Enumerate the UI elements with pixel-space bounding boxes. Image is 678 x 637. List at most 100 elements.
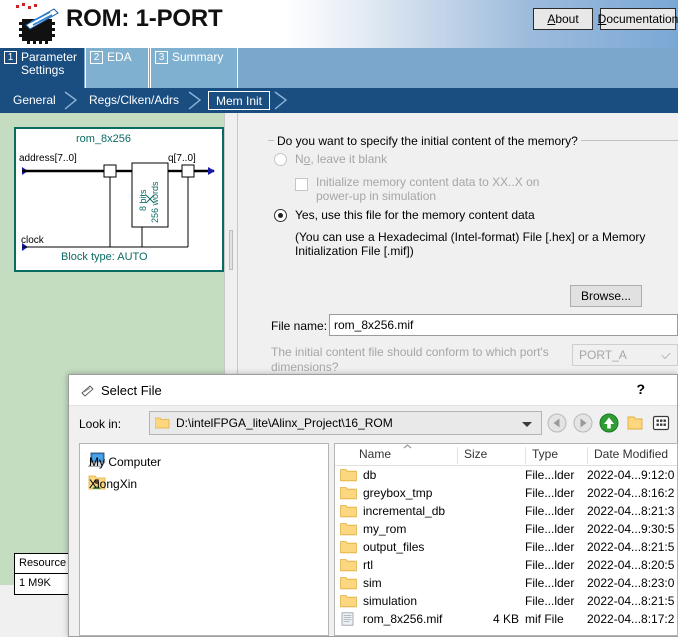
file-list[interactable]: Name Size Type Date Modified db File...ld… (334, 443, 678, 636)
file-list-row[interactable]: output_files File...lder 2022-04...8:21:5 (335, 538, 677, 556)
chevron-separator-icon-3 (274, 91, 288, 110)
file-list-row[interactable]: sim File...lder 2022-04...8:23:0 (335, 574, 677, 592)
place-item-xiongxin[interactable]: XiongXin (89, 477, 137, 491)
column-header-type[interactable]: Type (525, 447, 587, 464)
port-conform-line2: dimensions? (271, 360, 339, 374)
diagram-graphics: 8 bits 256 words (22, 162, 215, 251)
file-name-cell: rtl (363, 558, 373, 572)
about-button[interactable]: About (533, 8, 593, 30)
sub-tab-bar: General Regs/Clken/Adrs Mem Init (0, 88, 678, 113)
checkbox-initialize-xx[interactable] (295, 178, 308, 191)
file-type-cell: File...lder (525, 504, 575, 518)
file-name-cell: output_files (363, 540, 425, 554)
folder-icon (340, 541, 357, 554)
file-name-cell: greybox_tmp (363, 486, 433, 500)
column-header-size[interactable]: Size (457, 447, 525, 464)
dialog-titlebar: Select File ? (69, 375, 677, 406)
folder-icon (340, 469, 357, 482)
file-date-cell: 2022-04...8:21:5 (587, 594, 675, 608)
step-tab-strip: 1 Parameter Settings 2 EDA 3 Summary (0, 48, 678, 88)
tab-parameter-settings[interactable]: 1 Parameter Settings (0, 48, 85, 88)
file-size-cell: 4 KB (492, 612, 519, 626)
up-icon[interactable] (599, 413, 619, 433)
folder-icon (155, 417, 170, 429)
column-header-name[interactable]: Name (335, 447, 457, 464)
folder-icon (340, 487, 357, 500)
file-list-row[interactable]: incremental_db File...lder 2022-04...8:21:… (335, 502, 677, 520)
tab-label-parameter-settings: Parameter Settings (21, 50, 78, 77)
browse-button[interactable]: Browse... (570, 285, 642, 307)
column-header-date-modified[interactable]: Date Modified (587, 447, 677, 464)
file-type-cell: File...lder (525, 594, 575, 608)
rom-block-diagram: rom_8x256 address[7..0] q[7..0] clock Bl… (14, 127, 224, 272)
port-dimension-select[interactable]: PORT_A (572, 344, 678, 366)
folder-icon (340, 505, 357, 518)
file-list-row[interactable]: db File...lder 2022-04...9:12:0 (335, 466, 677, 484)
back-icon[interactable] (547, 413, 567, 433)
place-item-my-computer[interactable]: My Computer (89, 455, 161, 469)
view-mode-icon[interactable] (651, 413, 671, 433)
file-date-cell: 2022-04...8:20:5 (587, 558, 675, 572)
chevron-separator-icon (64, 91, 78, 110)
svg-text:8 bits: 8 bits (138, 189, 148, 211)
radio-yes-use-file[interactable] (274, 209, 287, 222)
file-name-input[interactable] (329, 314, 678, 336)
file-list-row[interactable]: my_rom File...lder 2022-04...9:30:5 (335, 520, 677, 538)
documentation-button[interactable]: Documentation (598, 8, 678, 30)
file-list-row[interactable]: simulation File...lder 2022-04...8:21:5 (335, 592, 677, 610)
mif-file-icon (341, 612, 354, 626)
select-file-dialog: Select File ? Look in: D:\intelFPGA_lite… (68, 374, 678, 637)
file-type-cell: mif File (525, 612, 564, 626)
radio-yes-use-file-label: Yes, use this file for the memory conten… (295, 208, 535, 222)
folder-icon (340, 559, 357, 572)
about-label: bout (555, 12, 579, 26)
radio-no-leave-blank-label: No, leave it blank (295, 152, 388, 166)
tab-eda[interactable]: 2 EDA (85, 48, 149, 88)
sub-tab-general[interactable]: General (6, 91, 63, 110)
file-name-cell: db (363, 468, 377, 482)
options-group-title: Do you want to specify the initial conte… (274, 134, 581, 148)
file-date-cell: 2022-04...8:21:5 (587, 540, 675, 554)
file-name-cell: simulation (363, 594, 418, 608)
hex-mif-hint-line1: (You can use a Hexadecimal (Intel-format… (295, 230, 646, 244)
sub-tab-regs-clken-adrs[interactable]: Regs/Clken/Adrs (82, 91, 186, 110)
tab-label-eda: EDA (107, 50, 132, 64)
port-dimension-value: PORT_A (579, 348, 627, 362)
checkbox-initialize-xx-label-line1: Initialize memory content data to XX..X … (316, 175, 540, 189)
splitter-grip[interactable] (229, 230, 233, 270)
new-folder-icon[interactable] (625, 413, 645, 433)
file-name-cell: incremental_db (363, 504, 446, 518)
file-list-row[interactable]: rtl File...lder 2022-04...8:20:5 (335, 556, 677, 574)
file-list-row[interactable]: greybox_tmp File...lder 2022-04...8:16:2 (335, 484, 677, 502)
look-in-combobox[interactable]: D:\intelFPGA_lite\Alinx_Project\16_ROM (149, 411, 542, 435)
chevron-down-icon (661, 349, 671, 360)
dialog-app-icon (81, 385, 94, 397)
app-header: ROM: 1-PORT About Documentation (0, 0, 678, 48)
file-date-cell: 2022-04...9:12:0 (587, 468, 675, 482)
svg-text:256 words: 256 words (150, 181, 160, 223)
sub-tab-mem-init[interactable]: Mem Init (208, 91, 271, 110)
file-date-cell: 2022-04...8:21:3 (587, 504, 675, 518)
forward-icon[interactable] (573, 413, 593, 433)
doc-label: ocumentation (606, 12, 678, 26)
places-sidebar: My Computer XiongXin (79, 443, 329, 636)
chip-icon (16, 3, 59, 44)
file-type-cell: File...lder (525, 468, 575, 482)
dialog-title: Select File (101, 383, 162, 398)
tab-summary[interactable]: 3 Summary (150, 48, 238, 88)
port-conform-line1: The initial content file should conform … (271, 345, 549, 359)
hex-mif-hint-line2: Initialization File [.mif]) (295, 244, 414, 258)
checkbox-initialize-xx-label-line2: power-up in simulation (316, 189, 437, 203)
file-date-cell: 2022-04...9:30:5 (587, 522, 675, 536)
chevron-down-icon (522, 422, 532, 427)
help-button[interactable]: ? (636, 381, 645, 397)
file-type-cell: File...lder (525, 486, 575, 500)
file-date-cell: 2022-04...8:17:2 (587, 612, 675, 626)
folder-icon (340, 523, 357, 536)
radio-no-leave-blank[interactable] (274, 153, 287, 166)
file-list-row[interactable]: rom_8x256.mif 4 KB mif File 2022-04...8:17:… (335, 610, 677, 628)
look-in-label: Look in: (79, 417, 122, 431)
tab-label-summary: Summary (172, 50, 224, 64)
folder-icon (340, 577, 357, 590)
file-date-cell: 2022-04...8:16:2 (587, 486, 675, 500)
